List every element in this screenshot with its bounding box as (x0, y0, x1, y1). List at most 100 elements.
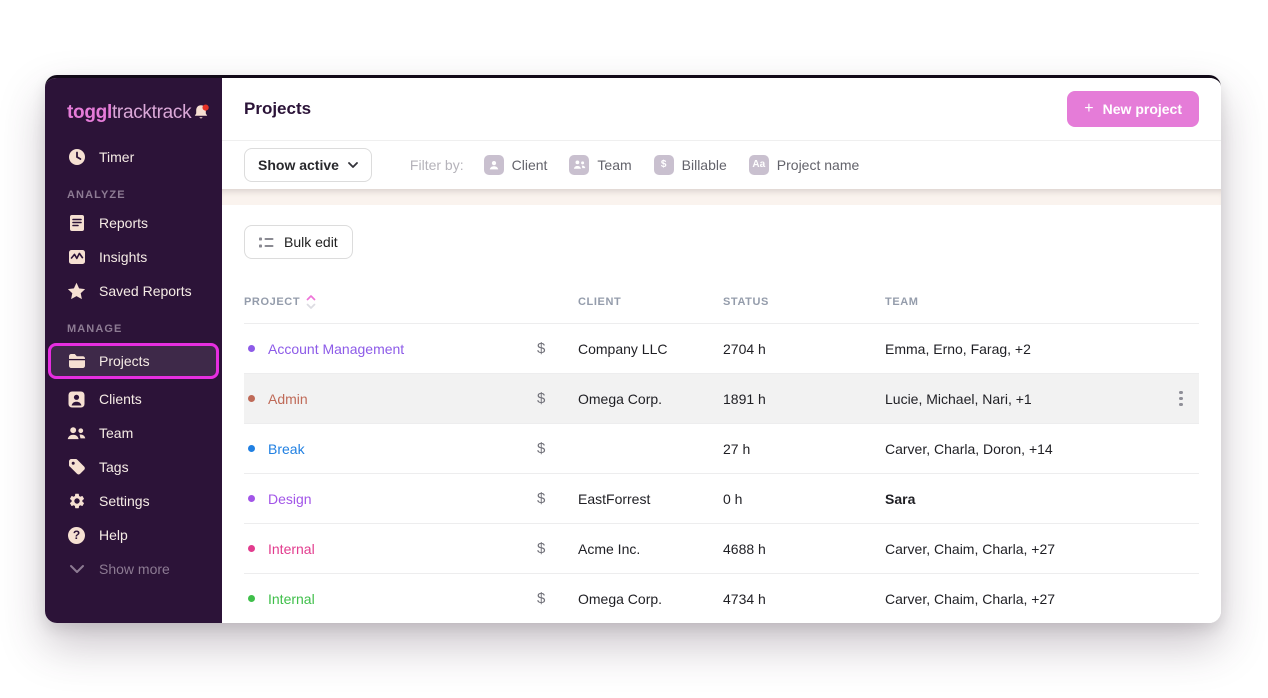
client-cell: EastForrest (578, 491, 723, 507)
logo-row: toggltracktrack (45, 78, 222, 140)
sidebar-item-settings[interactable]: Settings (45, 484, 222, 518)
bulk-list-icon (259, 236, 274, 249)
reports-icon (67, 214, 86, 233)
status-cell: 2704 h (723, 341, 885, 357)
team-icon (67, 424, 86, 443)
sidebar-item-saved-reports[interactable]: Saved Reports (45, 274, 222, 308)
row-menu-kebab-icon[interactable] (1163, 391, 1199, 407)
column-label: PROJECT (244, 296, 300, 308)
folder-icon (67, 352, 86, 371)
new-project-button[interactable]: + New project (1067, 91, 1199, 127)
column-header-project[interactable]: PROJECT (244, 295, 537, 309)
notification-bell-icon[interactable] (191, 103, 211, 123)
project-color-dot (248, 495, 255, 502)
column-label: TEAM (885, 296, 919, 308)
filter-chip-label: Project name (777, 157, 859, 173)
sidebar-item-label: Saved Reports (99, 283, 192, 299)
table-row[interactable]: Break $ 27 h Carver, Charla, Doron, +14 (244, 423, 1199, 473)
table-row[interactable]: Design $ EastForrest 0 h Sara (244, 473, 1199, 523)
column-header-status[interactable]: STATUS (723, 295, 885, 309)
clock-icon (67, 148, 86, 167)
chevron-down-icon (67, 560, 86, 579)
project-name-link[interactable]: Design (268, 491, 312, 507)
column-label: CLIENT (578, 296, 621, 308)
table-row[interactable]: Account Management $ Company LLC 2704 h … (244, 323, 1199, 373)
sidebar-item-label: Projects (99, 353, 150, 369)
table-row[interactable]: Internal $ Acme Inc. 4688 h Carver, Chai… (244, 523, 1199, 573)
sidebar-item-insights[interactable]: Insights (45, 240, 222, 274)
status-cell: 4688 h (723, 541, 885, 557)
status-cell: 27 h (723, 441, 885, 457)
sidebar-item-label: Settings (99, 493, 150, 509)
billable-indicator-icon: $ (537, 440, 578, 457)
team-cell: Sara (885, 491, 1163, 507)
team-cell: Carver, Chaim, Charla, +27 (885, 591, 1163, 607)
project-color-dot (248, 395, 255, 402)
content-top-band (222, 189, 1221, 205)
project-name-aa-icon: Aa (749, 155, 769, 175)
filter-by-label: Filter by: (410, 157, 464, 173)
column-header-client[interactable]: CLIENT (578, 295, 723, 309)
client-person-icon (484, 155, 504, 175)
projects-highlight-ring: Projects (48, 343, 219, 379)
sidebar-show-more[interactable]: Show more (45, 552, 222, 586)
show-active-dropdown[interactable]: Show active (244, 148, 372, 182)
sidebar: toggltracktrack Timer ANALYZE Reports (45, 78, 222, 623)
project-name-link[interactable]: Break (268, 441, 305, 457)
logo-track-word: track (152, 102, 192, 123)
sort-asc-icon (306, 295, 316, 309)
column-spacer (1163, 295, 1199, 309)
gear-icon (67, 492, 86, 511)
sidebar-item-reports[interactable]: Reports (45, 206, 222, 240)
logo-track: track (112, 102, 152, 123)
filter-chip-team[interactable]: Team (569, 155, 631, 175)
project-color-dot (248, 545, 255, 552)
status-cell: 0 h (723, 491, 885, 507)
project-cell: Internal (244, 541, 537, 557)
bulk-edit-button[interactable]: Bulk edit (244, 225, 353, 259)
billable-indicator-icon: $ (537, 540, 578, 557)
sidebar-item-projects[interactable]: Projects (51, 346, 216, 376)
project-cell: Design (244, 491, 537, 507)
filter-chip-label: Billable (682, 157, 727, 173)
filter-chip-client[interactable]: Client (484, 155, 548, 175)
filter-chip-billable[interactable]: $ Billable (654, 155, 727, 175)
sidebar-section-analyze: ANALYZE (45, 174, 222, 206)
app-window: toggltracktrack Timer ANALYZE Reports (45, 75, 1221, 623)
page-header: Projects + New project (222, 78, 1221, 140)
project-color-dot (248, 445, 255, 452)
sidebar-item-label: Insights (99, 249, 147, 265)
toggl-track-logo[interactable]: toggltracktrack (67, 102, 191, 124)
filter-chip-project-name[interactable]: Aa Project name (749, 155, 859, 175)
logo-toggl: toggl (67, 102, 112, 123)
table-row[interactable]: Internal $ Omega Corp. 4734 h Carver, Ch… (244, 573, 1199, 623)
person-icon (67, 390, 86, 409)
project-name-link[interactable]: Account Management (268, 341, 404, 357)
project-cell: Break (244, 441, 537, 457)
sidebar-item-timer[interactable]: Timer (45, 140, 222, 174)
projects-content: Bulk edit PROJECT CLIENT STATUS TEAM Acc… (222, 205, 1221, 623)
project-name-link[interactable]: Internal (268, 541, 315, 557)
bulk-edit-label: Bulk edit (284, 234, 338, 250)
column-spacer (537, 295, 578, 309)
project-name-link[interactable]: Internal (268, 591, 315, 607)
sidebar-item-team[interactable]: Team (45, 416, 222, 450)
sidebar-item-label: Team (99, 425, 133, 441)
filter-chip-label: Team (597, 157, 631, 173)
sidebar-item-tags[interactable]: Tags (45, 450, 222, 484)
help-icon: ? (67, 526, 86, 545)
column-header-team[interactable]: TEAM (885, 295, 1163, 309)
client-cell: Company LLC (578, 341, 723, 357)
billable-indicator-icon: $ (537, 590, 578, 607)
main-area: Projects + New project Show active Filte… (222, 78, 1221, 623)
table-row[interactable]: Admin $ Omega Corp. 1891 h Lucie, Michae… (244, 373, 1199, 423)
project-cell: Internal (244, 591, 537, 607)
project-cell: Account Management (244, 341, 537, 357)
new-project-label: New project (1103, 101, 1182, 117)
project-name-link[interactable]: Admin (268, 391, 308, 407)
sidebar-item-clients[interactable]: Clients (45, 382, 222, 416)
sidebar-section-manage: MANAGE (45, 308, 222, 340)
status-cell: 1891 h (723, 391, 885, 407)
sidebar-item-label: Tags (99, 459, 129, 475)
sidebar-item-help[interactable]: ? Help (45, 518, 222, 552)
